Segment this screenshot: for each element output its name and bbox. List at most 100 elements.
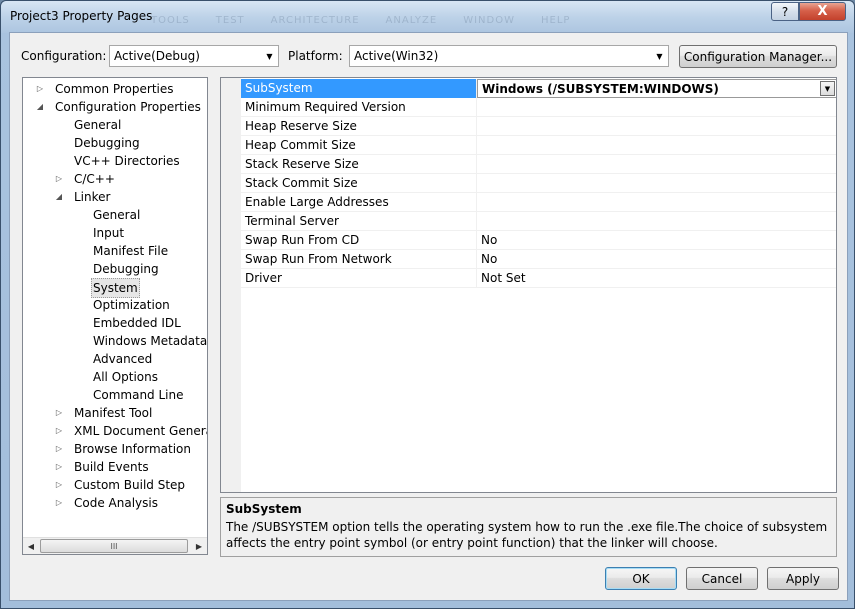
property-name: Swap Run From Network <box>241 250 477 269</box>
property-tree[interactable]: ▷ Common Properties ◢ Configuration Propert… <box>22 77 208 555</box>
tree-expand-icon[interactable]: ▷ <box>54 422 64 440</box>
tree-item-label: Windows Metadata <box>93 334 208 348</box>
configuration-label: Configuration: <box>21 49 107 63</box>
background-menu-item: HELP <box>541 15 571 26</box>
property-value-text: Not Set <box>481 271 526 285</box>
tree-collapse-icon[interactable]: ◢ <box>35 98 45 116</box>
background-menu: TOOLS TEST ARCHITECTURE ANALYZE WINDOW HELP <box>151 15 596 26</box>
property-value[interactable] <box>477 193 836 212</box>
property-name: Stack Reserve Size <box>241 155 477 174</box>
tree-expand-icon[interactable]: ▷ <box>35 80 45 98</box>
description-text: The /SUBSYSTEM option tells the operatin… <box>226 520 828 550</box>
property-grid[interactable]: SubSystem Windows (/SUBSYSTEM:WINDOWS) ▼ Mi… <box>220 77 837 493</box>
property-row[interactable]: Stack Reserve Size <box>241 155 836 174</box>
tree-item-label: Advanced <box>93 352 153 366</box>
tree-item-label: Code Analysis <box>74 496 158 510</box>
tree-item-label: Embedded IDL <box>93 316 181 330</box>
property-name: Swap Run From CD <box>241 231 477 250</box>
tree-collapse-icon[interactable]: ◢ <box>54 188 64 206</box>
property-row[interactable]: Heap Reserve Size <box>241 117 836 136</box>
property-value[interactable] <box>477 212 836 231</box>
background-menu-item: ANALYZE <box>385 15 438 26</box>
dialog-client-area: Configuration: Active(Debug) ▼ Platform:… <box>9 32 848 601</box>
help-icon: ? <box>781 4 789 19</box>
tree-item-label: Linker <box>74 190 111 204</box>
tree-expand-icon[interactable]: ▷ <box>54 494 64 512</box>
tree-horizontal-scrollbar[interactable]: ◀ III ▶ <box>23 537 207 554</box>
property-value[interactable]: No <box>477 231 836 250</box>
scroll-thumb[interactable]: III <box>40 539 188 553</box>
tree-item-label: Debugging <box>93 262 159 276</box>
tree-item-label: Input <box>93 226 125 240</box>
platform-combo[interactable]: Active(Win32) ▼ <box>349 45 669 67</box>
tree-expand-icon[interactable]: ▷ <box>54 404 64 422</box>
configuration-combo[interactable]: Active(Debug) ▼ <box>109 45 279 67</box>
configuration-manager-button[interactable]: Configuration Manager... <box>679 45 837 68</box>
description-title: SubSystem <box>226 502 302 516</box>
chevron-down-icon[interactable]: ▼ <box>820 81 835 96</box>
property-row[interactable]: Minimum Required Version <box>241 98 836 117</box>
property-name: SubSystem <box>241 79 477 98</box>
tree-item-label: VC++ Directories <box>74 154 180 168</box>
scroll-left-icon[interactable]: ◀ <box>23 538 39 554</box>
description-panel: SubSystem The /SUBSYSTEM option tells th… <box>220 497 837 557</box>
property-row[interactable]: Swap Run From Network No <box>241 250 836 269</box>
background-menu-item: WINDOW <box>463 15 515 26</box>
property-name: Driver <box>241 269 477 288</box>
property-name: Heap Commit Size <box>241 136 477 155</box>
property-name: Enable Large Addresses <box>241 193 477 212</box>
property-value-text: Windows (/SUBSYSTEM:WINDOWS) <box>482 82 719 96</box>
property-value[interactable] <box>477 136 836 155</box>
property-value-text: No <box>481 233 498 247</box>
tree-item-label: All Options <box>93 370 158 384</box>
property-value[interactable] <box>477 98 836 117</box>
tree-expand-icon[interactable]: ▷ <box>54 440 64 458</box>
property-name: Heap Reserve Size <box>241 117 477 136</box>
scroll-right-icon[interactable]: ▶ <box>191 538 207 554</box>
property-value[interactable] <box>477 174 836 193</box>
property-row[interactable]: Terminal Server <box>241 212 836 231</box>
tree-item-label: Custom Build Step <box>74 478 186 492</box>
chevron-down-icon: ▼ <box>266 51 273 61</box>
platform-value: Active(Win32) <box>354 49 439 63</box>
property-value[interactable] <box>477 117 836 136</box>
background-menu-item: TEST <box>215 15 245 26</box>
property-row[interactable]: SubSystem Windows (/SUBSYSTEM:WINDOWS) ▼ <box>241 79 836 98</box>
configuration-value: Active(Debug) <box>114 49 200 63</box>
tree-expand-icon[interactable]: ▷ <box>54 458 64 476</box>
window-title: Project3 Property Pages <box>10 9 153 23</box>
cancel-button[interactable]: Cancel <box>686 567 758 590</box>
property-value[interactable] <box>477 155 836 174</box>
tree-item-label: General <box>74 118 122 132</box>
tree-expand-icon[interactable]: ▷ <box>54 170 64 188</box>
apply-button[interactable]: Apply <box>767 567 839 590</box>
tree-item-label: Browse Information <box>74 442 191 456</box>
property-name: Stack Commit Size <box>241 174 477 193</box>
property-name: Minimum Required Version <box>241 98 477 117</box>
property-name: Terminal Server <box>241 212 477 231</box>
property-pages-window: Project3 Property Pages TOOLS TEST ARCHITE… <box>0 0 855 609</box>
background-menu-item: ARCHITECTURE <box>270 15 360 26</box>
platform-label: Platform: <box>288 49 343 63</box>
title-bar[interactable]: Project3 Property Pages TOOLS TEST ARCHITE… <box>1 1 854 33</box>
tree-expand-icon[interactable]: ▷ <box>54 476 64 494</box>
property-row[interactable]: Driver Not Set <box>241 269 836 288</box>
property-row[interactable]: Stack Commit Size <box>241 174 836 193</box>
property-value[interactable]: Not Set <box>477 269 836 288</box>
tree-item-label: C/C++ <box>74 172 115 186</box>
property-value[interactable]: No <box>477 250 836 269</box>
grid-margin <box>221 78 241 492</box>
chevron-down-icon: ▼ <box>656 51 663 61</box>
property-row[interactable]: Swap Run From CD No <box>241 231 836 250</box>
help-button[interactable]: ? <box>771 2 799 21</box>
background-menu-item: TOOLS <box>151 15 190 26</box>
ok-button[interactable]: OK <box>605 567 677 590</box>
grip-icon: III <box>110 541 118 551</box>
tree-item-label: Manifest File <box>93 244 169 258</box>
tree-item-label: Command Line <box>93 388 184 402</box>
property-value[interactable]: Windows (/SUBSYSTEM:WINDOWS) ▼ <box>477 79 836 98</box>
tree-item-label: Debugging <box>74 136 140 150</box>
close-button[interactable]: X <box>799 2 846 21</box>
property-row[interactable]: Heap Commit Size <box>241 136 836 155</box>
property-row[interactable]: Enable Large Addresses <box>241 193 836 212</box>
